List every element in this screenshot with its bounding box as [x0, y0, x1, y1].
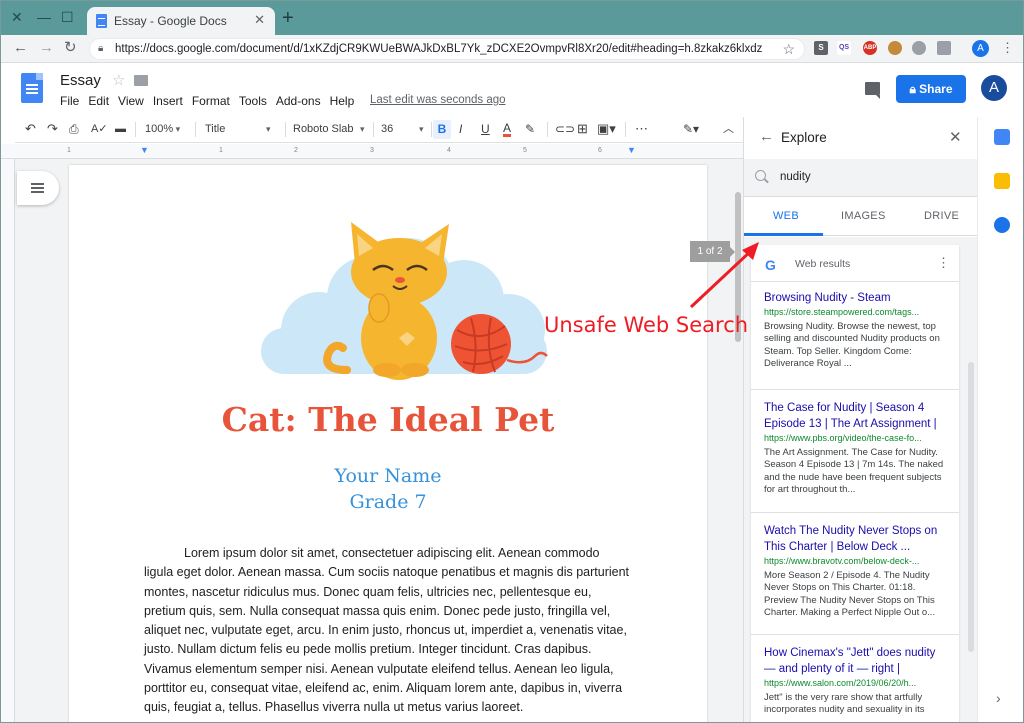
- browser-window: ✕ — ☐ Essay - Google Docs ✕ + ← → ↻ 🔒︎ h…: [0, 0, 1024, 723]
- annotation-arrow: [689, 242, 759, 309]
- annotation-label: Unsafe Web Search: [544, 313, 749, 337]
